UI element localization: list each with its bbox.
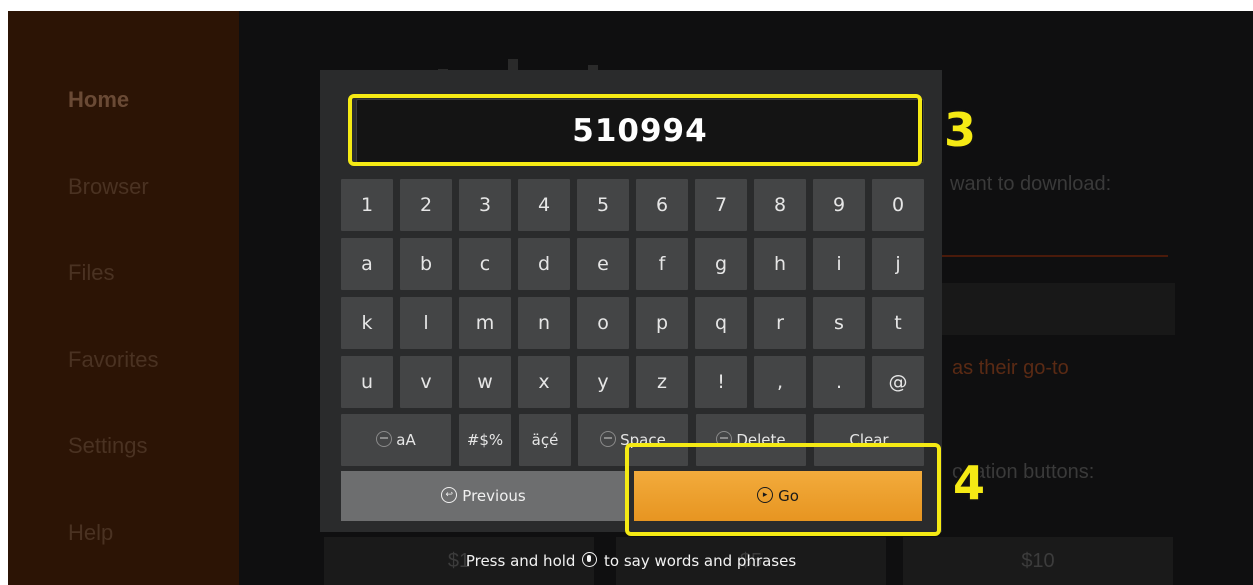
key[interactable]: 2: [400, 179, 452, 231]
sidebar-item-home[interactable]: Home: [68, 87, 129, 113]
back-arrow-icon: ↩: [441, 486, 458, 503]
key[interactable]: 4: [518, 179, 570, 231]
key[interactable]: 8: [754, 179, 806, 231]
key[interactable]: 5: [577, 179, 629, 231]
hint-text-after: to say words and phrases: [604, 552, 797, 570]
key[interactable]: p: [636, 297, 688, 349]
key[interactable]: e: [577, 238, 629, 290]
key[interactable]: n: [518, 297, 570, 349]
key[interactable]: h: [754, 238, 806, 290]
background-goto-text: as their go-to: [952, 357, 1069, 379]
key[interactable]: k: [341, 297, 393, 349]
key[interactable]: a: [341, 238, 393, 290]
key[interactable]: r: [754, 297, 806, 349]
input-highlight-box: [348, 94, 922, 166]
key[interactable]: 3: [459, 179, 511, 231]
background-box: [940, 283, 1175, 335]
key[interactable]: j: [872, 238, 924, 290]
sidebar-item-files[interactable]: Files: [68, 260, 114, 286]
key[interactable]: 0: [872, 179, 924, 231]
sidebar-item-settings[interactable]: Settings: [68, 433, 148, 459]
key[interactable]: ,: [754, 356, 806, 408]
previous-label: Previous: [462, 487, 526, 505]
sidebar-item-favorites[interactable]: Favorites: [68, 347, 158, 373]
symbols-key[interactable]: #$%: [459, 414, 511, 466]
key[interactable]: !: [695, 356, 747, 408]
donation-button-10[interactable]: $10: [903, 537, 1173, 585]
key[interactable]: m: [459, 297, 511, 349]
key[interactable]: i: [813, 238, 865, 290]
key[interactable]: q: [695, 297, 747, 349]
key[interactable]: v: [400, 356, 452, 408]
key[interactable]: c: [459, 238, 511, 290]
go-highlight-box: [625, 443, 941, 536]
sidebar: Home Browser Files Favorites Settings He…: [8, 11, 239, 585]
key[interactable]: z: [636, 356, 688, 408]
key[interactable]: 7: [695, 179, 747, 231]
key[interactable]: @: [872, 356, 924, 408]
previous-button[interactable]: ↩ Previous: [341, 471, 626, 521]
background-download-text: want to download:: [950, 173, 1112, 195]
play-button-icon: [600, 430, 617, 447]
key[interactable]: 1: [341, 179, 393, 231]
sidebar-item-help[interactable]: Help: [68, 520, 113, 546]
key[interactable]: .: [813, 356, 865, 408]
step-4-label: 4: [953, 456, 986, 510]
key[interactable]: x: [518, 356, 570, 408]
microphone-icon: [582, 552, 598, 567]
step-3-label: 3: [944, 103, 977, 157]
key[interactable]: o: [577, 297, 629, 349]
key[interactable]: f: [636, 238, 688, 290]
key[interactable]: s: [813, 297, 865, 349]
accents-key[interactable]: äçé: [519, 414, 571, 466]
key[interactable]: 9: [813, 179, 865, 231]
key[interactable]: b: [400, 238, 452, 290]
case-toggle-key[interactable]: aA: [341, 414, 451, 466]
hint-text-before: Press and hold: [465, 552, 576, 570]
key[interactable]: u: [341, 356, 393, 408]
key[interactable]: d: [518, 238, 570, 290]
voice-hint: Press and hold to say words and phrases: [320, 552, 942, 570]
key[interactable]: t: [872, 297, 924, 349]
key[interactable]: g: [695, 238, 747, 290]
sidebar-item-browser[interactable]: Browser: [68, 174, 149, 200]
key[interactable]: y: [577, 356, 629, 408]
key[interactable]: w: [459, 356, 511, 408]
menu-button-icon: [376, 430, 393, 447]
key[interactable]: l: [400, 297, 452, 349]
background-input-underline: [938, 255, 1168, 257]
key[interactable]: 6: [636, 179, 688, 231]
case-toggle-label: aA: [396, 431, 416, 449]
